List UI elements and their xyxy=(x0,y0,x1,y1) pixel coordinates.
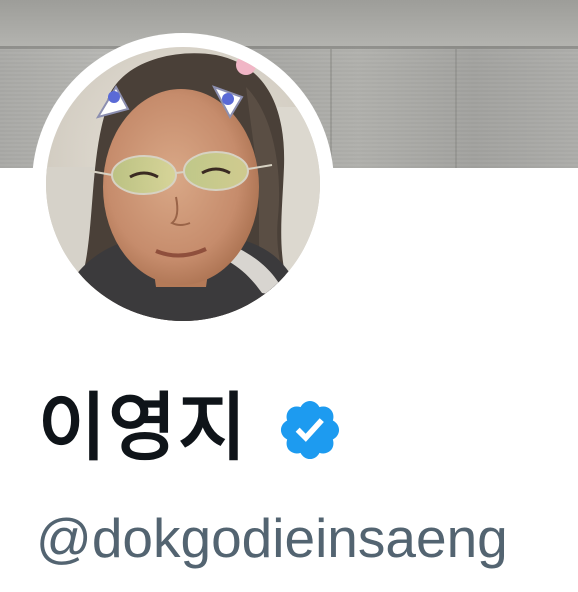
verified-badge-icon[interactable] xyxy=(276,396,344,464)
profile-handle: @dokgodieinsaeng xyxy=(36,507,508,569)
banner-seam xyxy=(455,49,457,168)
banner-seam xyxy=(0,46,578,49)
banner-shade xyxy=(0,0,578,46)
profile-page: 이영지 @dokgodieinsaeng xyxy=(0,0,578,592)
avatar[interactable] xyxy=(46,47,320,321)
name-row: 이영지 xyxy=(38,380,344,476)
display-name: 이영지 xyxy=(38,385,249,471)
avatar-photo xyxy=(46,47,320,321)
